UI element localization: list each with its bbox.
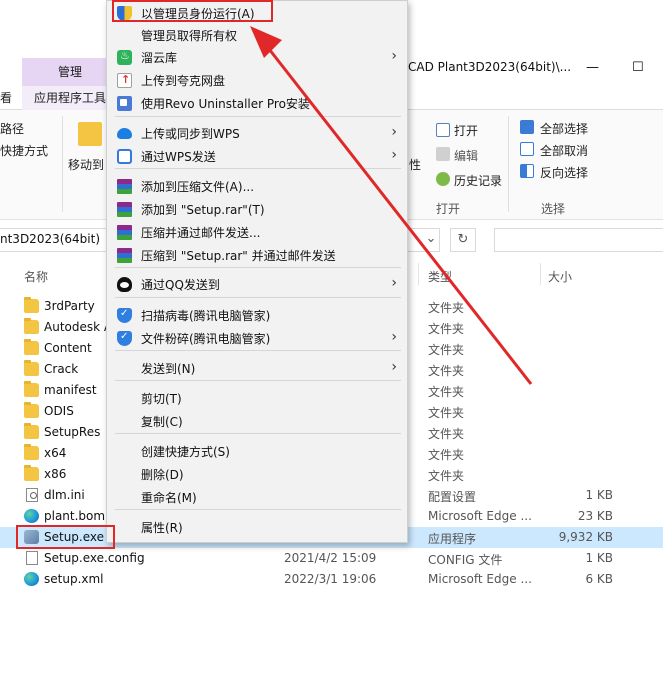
arrow-head: [250, 26, 282, 58]
annotation-arrow: [250, 26, 533, 385]
arrow-line: [260, 39, 533, 385]
